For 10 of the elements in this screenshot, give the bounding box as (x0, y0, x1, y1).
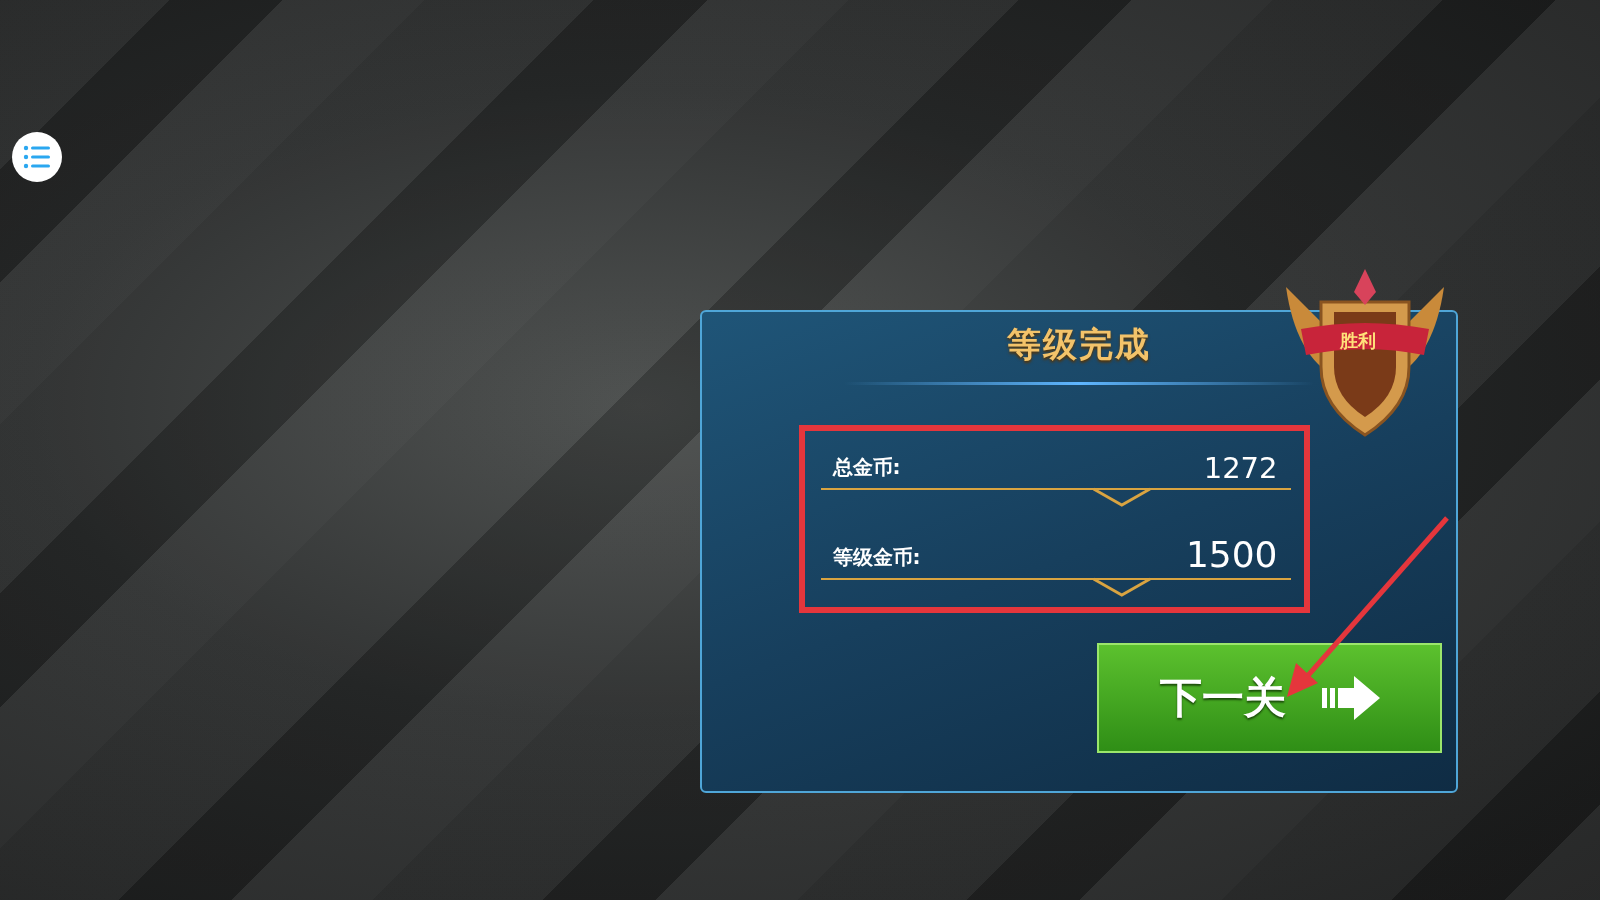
stat-value: 1500 (1185, 534, 1278, 575)
stat-label: 等级金币: (832, 544, 921, 571)
stat-value: 1272 (1203, 451, 1278, 485)
stat-label: 总金币: (832, 454, 901, 481)
menu-icon (23, 145, 51, 169)
panel-title: 等级完成 (1007, 323, 1151, 366)
menu-button[interactable] (12, 132, 62, 182)
arrow-right-icon (1321, 676, 1380, 720)
next-level-button[interactable]: 下一关 (1097, 643, 1442, 753)
badge-label: 胜利 (1340, 329, 1376, 353)
